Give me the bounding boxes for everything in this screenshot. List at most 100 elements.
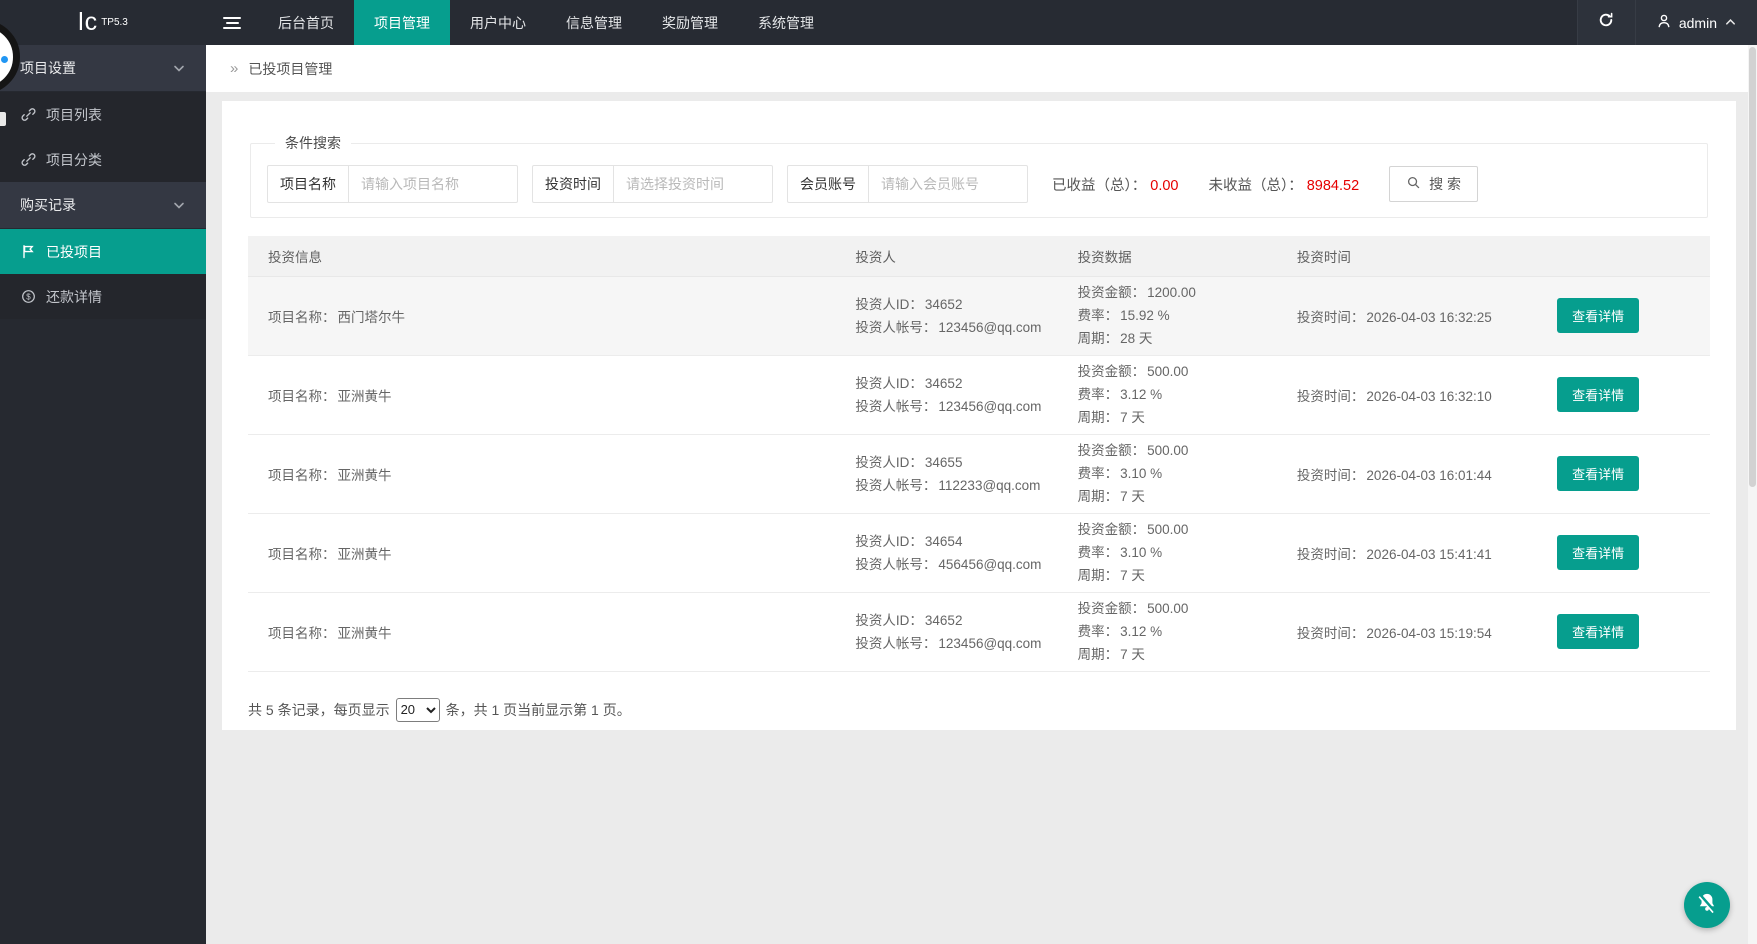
cell-project: 项目名称： 亚洲黄牛 <box>248 592 848 672</box>
main-area: » 已投项目管理 条件搜索 项目名称 投资时间 会员账号 <box>206 45 1757 944</box>
amount-value: 500.00 <box>1147 522 1189 537</box>
cell-invest-data: 投资金额： 500.00 费率： 3.12 % 周期： 7 天 <box>1069 592 1289 672</box>
search-row: 项目名称 投资时间 会员账号 已收益（总）：0.00 未收益（总）：89 <box>267 165 1691 203</box>
table-row: 项目名称： 亚洲黄牛 投资人ID： 34652 投资人帐号： 123456@qq.co… <box>248 592 1710 672</box>
nav-item-projects[interactable]: 项目管理 <box>354 0 450 45</box>
search-legend: 条件搜索 <box>285 135 341 151</box>
rate-value: 3.12 % <box>1120 624 1163 639</box>
sidebar-item-label: 已投项目 <box>46 243 102 260</box>
nav-item-rewards[interactable]: 奖励管理 <box>642 0 738 45</box>
table-header-row: 投资信息 投资人 投资数据 投资时间 <box>248 236 1710 277</box>
cycle-value: 7 天 <box>1120 647 1145 662</box>
nav-item-system[interactable]: 系统管理 <box>738 0 834 45</box>
breadcrumb: » 已投项目管理 <box>206 45 1757 92</box>
cell-investor: 投资人ID： 34652 投资人帐号： 123456@qq.com <box>847 276 1070 356</box>
svg-text:$: $ <box>26 292 31 301</box>
member-account-input[interactable] <box>869 166 1027 202</box>
cell-investor: 投资人ID： 34655 投资人帐号： 112233@qq.com <box>847 434 1070 514</box>
table-row: 项目名称： 亚洲黄牛 投资人ID： 34652 投资人帐号： 123456@qq.co… <box>248 355 1710 435</box>
sidebar-group-project-settings[interactable]: 项目设置 <box>0 45 206 91</box>
sidebar-item-label: 还款详情 <box>46 288 102 305</box>
cell-invest-time: 投资时间： 2026-04-03 16:32:10 <box>1288 355 1550 435</box>
search-icon <box>1406 175 1421 193</box>
invested-projects-table: 投资信息 投资人 投资数据 投资时间 项目名称： 西门塔尔牛 投资人ID： 3465… <box>248 236 1710 672</box>
cell-project: 项目名称： 亚洲黄牛 <box>248 355 848 435</box>
investor-id-value: 34652 <box>924 296 963 312</box>
page-size-select[interactable]: 20 <box>395 697 440 722</box>
project-name-input[interactable] <box>349 166 517 202</box>
table-row: 项目名称： 亚洲黄牛 投资人ID： 34655 投资人帐号： 112233@qq.co… <box>248 434 1710 514</box>
scrollbar-track[interactable] <box>1748 45 1757 944</box>
member-account-label: 会员账号 <box>788 166 869 202</box>
cell-invest-time: 投资时间： 2026-04-03 15:19:54 <box>1288 592 1550 672</box>
project-name-value: 西门塔尔牛 <box>337 309 406 325</box>
nav-item-info[interactable]: 信息管理 <box>546 0 642 45</box>
cell-action: 查看详情 <box>1549 434 1710 514</box>
cell-action: 查看详情 <box>1549 592 1710 672</box>
cycle-value: 7 天 <box>1120 489 1145 504</box>
cell-project: 项目名称： 亚洲黄牛 <box>248 434 848 514</box>
search-fieldset: 条件搜索 项目名称 投资时间 会员账号 已收益（总）：0.00 <box>250 133 1708 218</box>
cell-investor: 投资人ID： 34652 投资人帐号： 123456@qq.com <box>847 355 1070 435</box>
chevron-down-icon <box>172 198 186 212</box>
rate-value: 3.12 % <box>1120 387 1163 402</box>
view-detail-button[interactable]: 查看详情 <box>1557 377 1640 412</box>
link-icon <box>20 107 36 122</box>
edge-widget-glyph <box>0 112 6 126</box>
nav-item-home[interactable]: 后台首页 <box>258 0 354 45</box>
project-name-value: 亚洲黄牛 <box>337 388 392 404</box>
cell-action: 查看详情 <box>1549 355 1710 435</box>
user-menu[interactable]: admin <box>1634 0 1757 45</box>
sidebar-item-project-list[interactable]: 项目列表 <box>0 92 206 137</box>
page-title: 已投项目管理 <box>248 60 333 77</box>
topbar: lc TP5.3 后台首页 项目管理 用户中心 信息管理 奖励管理 系统管理 a… <box>0 0 1757 45</box>
invest-time-value: 2026-04-03 15:19:54 <box>1366 625 1492 641</box>
investor-account-value: 123456@qq.com <box>938 319 1042 335</box>
investor-account-value: 123456@qq.com <box>938 398 1042 414</box>
income-totals: 已收益（总）： 0.00 未收益（总）： 8984.52 <box>1052 174 1389 195</box>
table-row: 项目名称： 西门塔尔牛 投资人ID： 34652 投资人帐号： 123456@qq.c… <box>248 276 1710 356</box>
search-button[interactable]: 搜 索 <box>1389 166 1479 202</box>
sidebar-item-project-category[interactable]: 项目分类 <box>0 137 206 182</box>
header-investor: 投资人 <box>847 236 1070 277</box>
investor-id-value: 34652 <box>924 375 963 391</box>
nav-item-users[interactable]: 用户中心 <box>450 0 546 45</box>
breadcrumb-arrow-icon: » <box>230 60 239 77</box>
hamburger-icon[interactable] <box>206 0 258 45</box>
topbar-right: admin <box>1576 0 1757 45</box>
cell-action: 查看详情 <box>1549 276 1710 356</box>
header-actions <box>1549 236 1710 277</box>
sidebar-group-purchase-records[interactable]: 购买记录 <box>0 182 206 228</box>
sidebar-item-repayment-details[interactable]: $ 还款详情 <box>0 274 206 319</box>
view-detail-button[interactable]: 查看详情 <box>1557 298 1640 333</box>
project-name-group: 项目名称 <box>267 165 518 203</box>
pagination: 共 5 条记录，每页显示 20 条，共 1 页当前显示第 1 页。 <box>248 697 1710 722</box>
view-detail-button[interactable]: 查看详情 <box>1557 535 1640 570</box>
cell-project: 项目名称： 亚洲黄牛 <box>248 513 848 593</box>
amount-value: 1200.00 <box>1147 285 1196 300</box>
rate-value: 3.10 % <box>1120 466 1163 481</box>
sidebar-item-invested-projects[interactable]: 已投项目 <box>0 229 206 274</box>
notification-float-button[interactable] <box>1684 882 1730 928</box>
invest-time-label: 投资时间 <box>533 166 614 202</box>
investor-account-value: 456456@qq.com <box>938 556 1042 572</box>
earned-total-label: 已收益（总）： <box>1052 177 1147 194</box>
sidebar-group-label: 项目设置 <box>20 60 76 76</box>
sidebar-item-label: 项目列表 <box>46 106 102 123</box>
rate-value: 15.92 % <box>1120 308 1170 323</box>
view-detail-button[interactable]: 查看详情 <box>1557 614 1640 649</box>
flag-icon <box>20 244 36 259</box>
scrollbar-thumb[interactable] <box>1749 47 1756 487</box>
search-button-label: 搜 索 <box>1429 176 1462 192</box>
unearned-total-value: 8984.52 <box>1306 177 1360 194</box>
app-logo: lc TP5.3 <box>0 0 206 45</box>
pagination-prefix: 共 5 条记录，每页显示 <box>248 701 390 718</box>
view-detail-button[interactable]: 查看详情 <box>1557 456 1640 491</box>
invest-time-input[interactable] <box>614 166 772 202</box>
edge-widget-dot <box>1 56 8 63</box>
cell-action: 查看详情 <box>1549 513 1710 593</box>
rate-value: 3.10 % <box>1120 545 1163 560</box>
refresh-button[interactable] <box>1576 0 1635 45</box>
sidebar-group-label: 购买记录 <box>20 197 76 213</box>
project-name-value: 亚洲黄牛 <box>337 625 392 641</box>
